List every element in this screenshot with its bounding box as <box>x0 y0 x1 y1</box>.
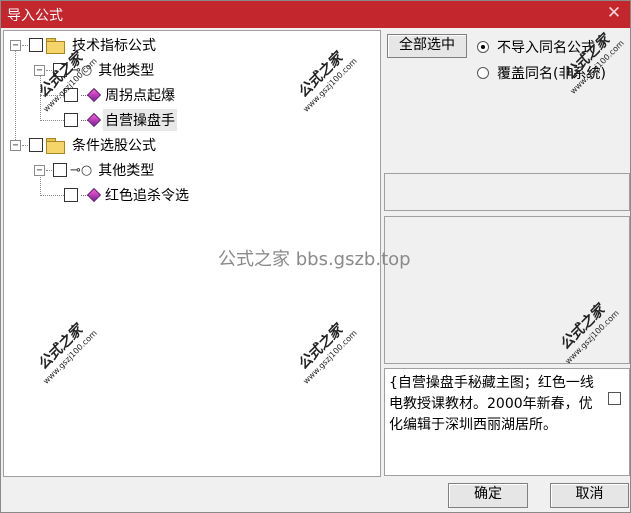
close-icon[interactable]: ✕ <box>604 3 624 23</box>
description-checkbox[interactable] <box>608 392 621 405</box>
cancel-button[interactable]: 取消 <box>550 483 629 508</box>
folder-icon <box>46 38 65 54</box>
collapse-icon[interactable]: − <box>10 39 21 51</box>
tree-label: 其他类型 <box>98 63 155 79</box>
tree-label: 条件选股公式 <box>72 138 156 154</box>
tree-label: 其他类型 <box>98 163 155 179</box>
tree-label-selected: 自营操盘手 <box>103 109 177 131</box>
tree-node-category[interactable]: − ⊸○ 其他类型 <box>34 159 156 181</box>
tree-checkbox[interactable] <box>29 38 43 52</box>
watermark-stamp: 公式之家 www.gszj100.com <box>35 322 99 386</box>
tree-connector <box>40 95 64 96</box>
tree-label: 红色追杀令选 <box>105 188 189 204</box>
tree-connector <box>40 195 64 196</box>
description-box[interactable]: {自营操盘手秘藏主图；红色一线电教授课教材。2000年新春，优化编辑于深圳西丽湖… <box>384 368 630 476</box>
folder-icon <box>46 138 65 154</box>
skip-duplicates-option[interactable]: 不导入同名公式 <box>477 37 595 57</box>
key-icon: ⊸○ <box>70 162 93 178</box>
tree-node-category[interactable]: − ⊸○ 其他类型 <box>34 59 156 81</box>
overwrite-label: 覆盖同名(非系统) <box>497 66 606 82</box>
collapse-icon[interactable]: − <box>34 64 45 76</box>
skip-duplicates-radio[interactable] <box>477 41 489 53</box>
select-all-button[interactable]: 全部选中 <box>387 34 467 58</box>
tree-checkbox[interactable] <box>64 88 78 102</box>
tree-checkbox[interactable] <box>64 113 78 127</box>
tree-label: 周拐点起爆 <box>105 88 175 104</box>
collapse-icon[interactable]: − <box>10 139 21 151</box>
watermark-stamp: 公式之家 www.gszj100.com <box>295 322 359 386</box>
ok-button[interactable]: 确定 <box>448 483 528 508</box>
overwrite-option[interactable]: 覆盖同名(非系统) <box>477 63 606 83</box>
skip-duplicates-label: 不导入同名公式 <box>497 40 595 56</box>
tree-label: 技术指标公式 <box>72 38 156 54</box>
formula-icon <box>81 187 102 203</box>
window-title: 导入公式 <box>7 8 63 24</box>
title-bar: 导入公式 ✕ <box>1 1 630 28</box>
tree-checkbox[interactable] <box>29 138 43 152</box>
preview-panel <box>384 216 630 364</box>
import-formula-dialog: 导入公式 ✕ − 技术指标公式 − ⊸○ 其他类型 周拐点起爆 自营操盘手 − … <box>0 0 631 513</box>
formula-icon <box>81 87 102 103</box>
info-field <box>384 173 630 211</box>
watermark-stamp: 公式之家 www.gszj100.com <box>295 50 359 114</box>
formula-description: {自营操盘手秘藏主图；红色一线电教授课教材。2000年新春，优化编辑于深圳西丽湖… <box>389 375 594 433</box>
key-icon: ⊸○ <box>70 62 93 78</box>
tree-connector <box>15 49 16 144</box>
formula-tree[interactable]: − 技术指标公式 − ⊸○ 其他类型 周拐点起爆 自营操盘手 − 条件选股公式 … <box>3 30 381 477</box>
overwrite-radio[interactable] <box>477 67 489 79</box>
tree-node-group[interactable]: − 条件选股公式 <box>10 134 158 156</box>
tree-node-formula[interactable]: 周拐点起爆 <box>64 84 177 106</box>
collapse-icon[interactable]: − <box>34 164 45 176</box>
tree-checkbox[interactable] <box>64 188 78 202</box>
tree-node-formula[interactable]: 红色追杀令选 <box>64 184 191 206</box>
tree-node-formula[interactable]: 自营操盘手 <box>64 109 177 131</box>
formula-icon <box>81 112 102 128</box>
tree-checkbox[interactable] <box>53 163 67 177</box>
tree-connector <box>40 120 64 121</box>
tree-node-group[interactable]: − 技术指标公式 <box>10 34 158 56</box>
tree-checkbox[interactable] <box>53 63 67 77</box>
